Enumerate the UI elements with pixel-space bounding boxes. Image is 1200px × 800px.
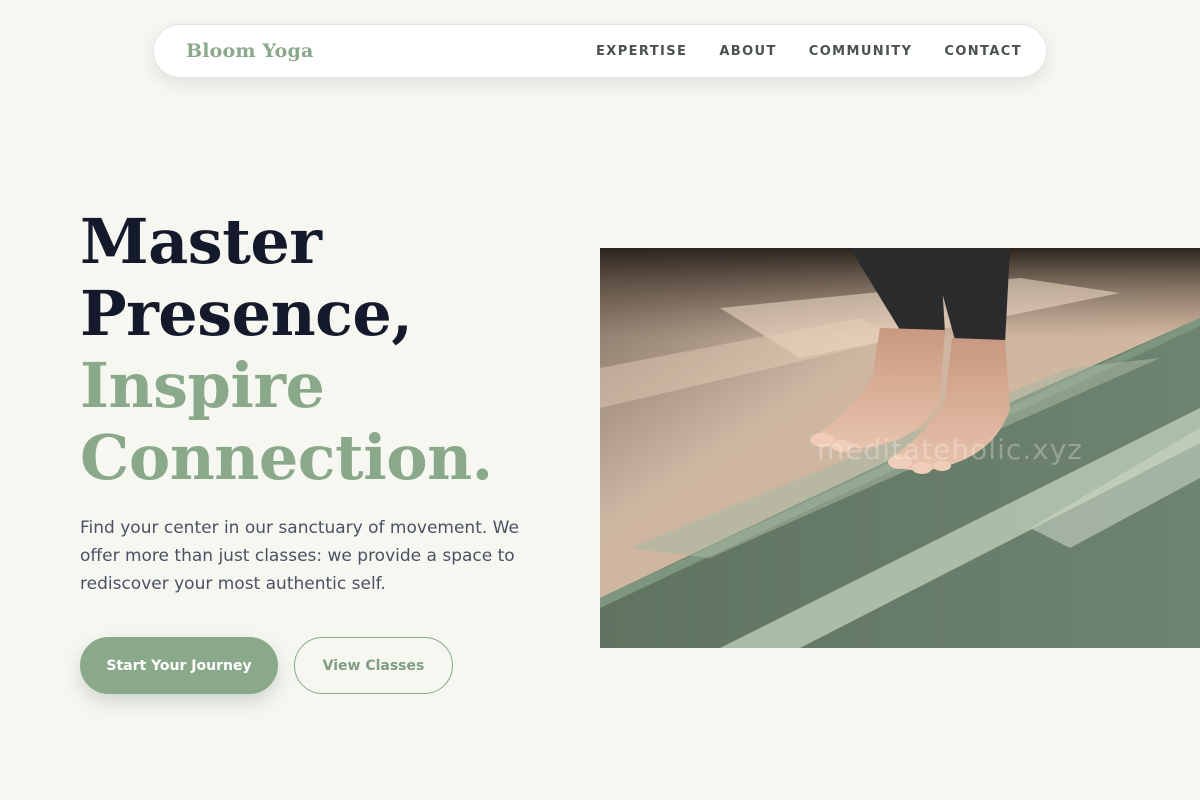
nav-links: EXPERTISE ABOUT COMMUNITY CONTACT bbox=[596, 44, 1022, 59]
nav-link-community[interactable]: COMMUNITY bbox=[809, 44, 913, 59]
nav-link-about[interactable]: ABOUT bbox=[719, 44, 776, 59]
top-navigation: Bloom Yoga EXPERTISE ABOUT COMMUNITY CON… bbox=[153, 24, 1047, 78]
headline-line-2: Presence, bbox=[80, 277, 413, 350]
start-journey-button[interactable]: Start Your Journey bbox=[80, 637, 278, 694]
headline-line-4: Connection. bbox=[80, 421, 493, 494]
hero-headline: Master Presence, Inspire Connection. bbox=[80, 206, 493, 494]
hero-image: meditateholic.xyz bbox=[600, 248, 1200, 648]
image-watermark: meditateholic.xyz bbox=[817, 433, 1083, 466]
nav-link-contact[interactable]: CONTACT bbox=[944, 44, 1022, 59]
headline-line-3: Inspire bbox=[80, 349, 325, 422]
hero-description: Find your center in our sanctuary of mov… bbox=[80, 518, 519, 594]
headline-line-1: Master bbox=[80, 205, 322, 278]
brand-logo[interactable]: Bloom Yoga bbox=[186, 40, 314, 62]
nav-link-expertise[interactable]: EXPERTISE bbox=[596, 44, 687, 59]
view-classes-button[interactable]: View Classes bbox=[294, 637, 453, 694]
